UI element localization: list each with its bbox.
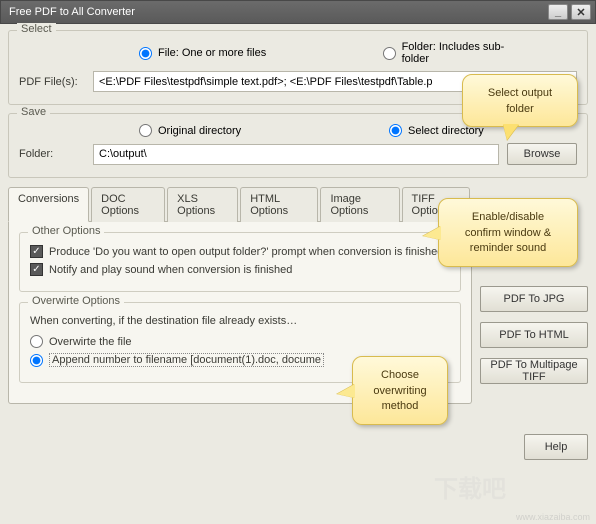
append-radio-input[interactable] xyxy=(30,354,43,367)
tooltip-text: Choose overwriting method xyxy=(373,369,426,412)
pdf-to-tiff-button[interactable]: PDF To Multipage TIFF xyxy=(480,358,588,384)
folder-radio-label: Folder: Includes sub-folder xyxy=(402,41,527,65)
close-button[interactable]: ✕ xyxy=(571,4,591,20)
original-radio-input[interactable] xyxy=(139,124,152,137)
tooltip-overwriting: Choose overwriting method xyxy=(352,356,448,425)
tooltip-enable-disable: Enable/disable confirm window & reminder… xyxy=(438,198,578,267)
overwrite-radio-input[interactable] xyxy=(30,335,43,348)
pdf-to-jpg-button[interactable]: PDF To JPG xyxy=(480,286,588,312)
original-dir-radio[interactable]: Original directory xyxy=(139,124,339,137)
overwrite-intro: When converting, if the destination file… xyxy=(30,315,450,327)
tab-conversions[interactable]: Conversions xyxy=(8,187,89,222)
opt-notify-label: Notify and play sound when conversion is… xyxy=(49,264,292,276)
browse-button[interactable]: Browse xyxy=(507,143,577,165)
pdf-files-label: PDF File(s): xyxy=(19,76,93,88)
selectdir-radio-input[interactable] xyxy=(389,124,402,137)
overwrite-file-radio[interactable]: Overwirte the file xyxy=(30,335,450,348)
folder-radio-input[interactable] xyxy=(383,47,396,60)
file-mode-radio[interactable]: File: One or more files xyxy=(139,47,333,60)
save-title: Save xyxy=(17,106,50,118)
opt-produce-label: Produce 'Do you want to open output fold… xyxy=(49,246,443,258)
original-radio-label: Original directory xyxy=(158,125,241,137)
opt-produce-prompt[interactable]: Produce 'Do you want to open output fold… xyxy=(30,245,450,258)
opt-notify-sound[interactable]: Notify and play sound when conversion is… xyxy=(30,263,450,276)
titlebar: Free PDF to All Converter _ ✕ xyxy=(0,0,596,24)
pdf-to-html-button[interactable]: PDF To HTML xyxy=(480,322,588,348)
tab-xls-options[interactable]: XLS Options xyxy=(167,187,238,222)
tooltip-text: Select output folder xyxy=(488,87,552,115)
folder-label: Folder: xyxy=(19,148,93,160)
tab-image-options[interactable]: Image Options xyxy=(320,187,399,222)
append-radio-label: Append number to filename [document(1).d… xyxy=(49,353,324,367)
watermark-logo: 下载吧 xyxy=(434,469,506,504)
file-radio-input[interactable] xyxy=(139,47,152,60)
other-options-title: Other Options xyxy=(28,225,104,237)
tabs: Conversions DOC Options XLS Options HTML… xyxy=(8,186,472,222)
folder-input[interactable] xyxy=(93,144,499,165)
tooltip-select-output: Select output folder xyxy=(462,74,578,127)
help-button[interactable]: Help xyxy=(524,434,588,460)
window-title: Free PDF to All Converter xyxy=(9,6,545,18)
tooltip-text: Enable/disable confirm window & reminder… xyxy=(465,211,551,254)
watermark-url: www.xiazaiba.com xyxy=(516,512,590,522)
overwrite-radio-label: Overwirte the file xyxy=(49,336,132,348)
file-radio-label: File: One or more files xyxy=(158,47,266,59)
other-options-group: Other Options Produce 'Do you want to op… xyxy=(19,232,461,292)
tab-doc-options[interactable]: DOC Options xyxy=(91,187,165,222)
select-title: Select xyxy=(17,23,56,35)
tab-html-options[interactable]: HTML Options xyxy=(240,187,318,222)
checkbox-icon xyxy=(30,245,43,258)
minimize-button[interactable]: _ xyxy=(548,4,568,20)
folder-mode-radio[interactable]: Folder: Includes sub-folder xyxy=(383,41,527,65)
overwrite-title: Overwirte Options xyxy=(28,295,124,307)
checkbox-icon xyxy=(30,263,43,276)
